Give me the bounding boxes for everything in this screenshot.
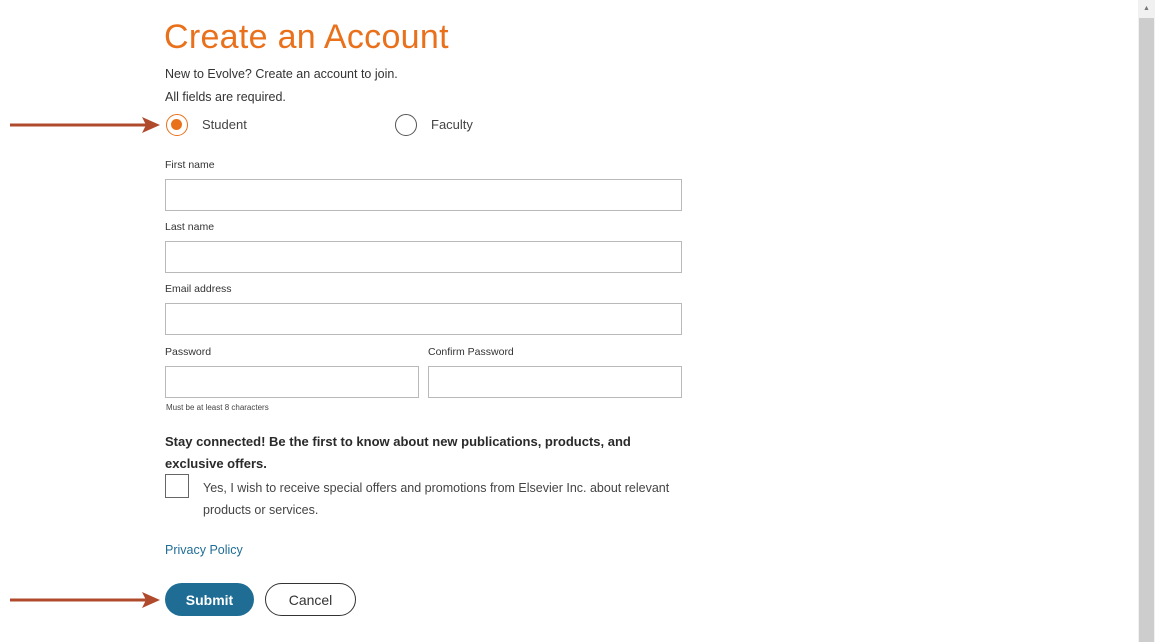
password-label: Password (165, 346, 212, 358)
student-radio[interactable] (166, 114, 188, 136)
student-radio-label[interactable]: Student (202, 117, 247, 132)
stay-connected-heading: Stay connected! Be the first to know abo… (165, 434, 631, 471)
cancel-button[interactable]: Cancel (265, 583, 356, 616)
vertical-scrollbar[interactable]: ▲ (1138, 0, 1155, 642)
confirm-password-label: Confirm Password (428, 346, 514, 358)
first-name-label: First name (165, 159, 215, 171)
submit-button[interactable]: Submit (165, 583, 254, 616)
annotation-arrow-icon (10, 117, 160, 133)
opt-in-label[interactable]: Yes, I wish to receive special offers an… (203, 477, 683, 521)
opt-in-checkbox[interactable] (165, 474, 189, 498)
email-label: Email address (165, 283, 232, 295)
email-input[interactable] (165, 303, 682, 335)
first-name-input[interactable] (165, 179, 682, 211)
page-subtitle: New to Evolve? Create an account to join… (165, 67, 398, 81)
annotation-arrow-icon (10, 592, 160, 608)
scrollbar-thumb[interactable] (1139, 18, 1154, 642)
password-input[interactable] (165, 366, 419, 398)
scroll-up-icon[interactable]: ▲ (1138, 0, 1155, 17)
last-name-input[interactable] (165, 241, 682, 273)
faculty-radio-label[interactable]: Faculty (431, 117, 473, 132)
confirm-password-input[interactable] (428, 366, 682, 398)
required-note: All fields are required. (165, 90, 286, 104)
faculty-radio[interactable] (395, 114, 417, 136)
page-title: Create an Account (164, 18, 449, 56)
last-name-label: Last name (165, 221, 215, 233)
privacy-policy-link[interactable]: Privacy Policy (165, 543, 243, 557)
password-hint: Must be at least 8 characters (166, 403, 269, 412)
